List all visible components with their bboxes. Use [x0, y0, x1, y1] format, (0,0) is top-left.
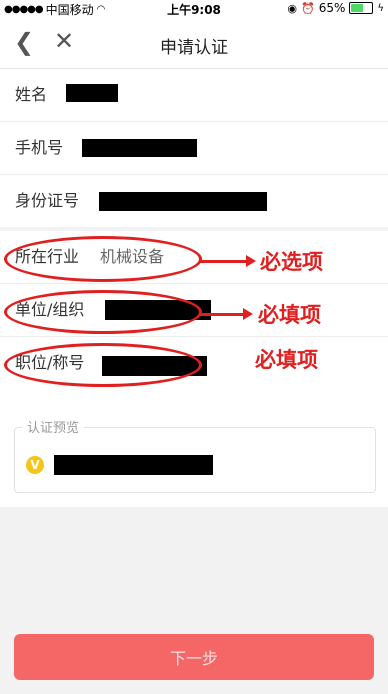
industry-arrow — [199, 255, 256, 267]
name-row[interactable]: 姓名 — [0, 69, 388, 122]
phone-row[interactable]: 手机号 — [0, 122, 388, 175]
alarm-icon: ⏰ — [301, 1, 315, 15]
redacted-phone — [82, 139, 197, 157]
redacted-preview-name — [54, 455, 213, 475]
required-select-annotation: 必选项 — [260, 250, 323, 274]
preview-legend: 认证预览 — [22, 417, 85, 436]
personal-info-group: 姓名 手机号 身份证号 — [0, 69, 388, 227]
navigation-bar: ❮ ✕ 申请认证 — [0, 18, 388, 69]
status-bar: ●●●●● 中国移动 ◠ 上午9:08 ◉ ⏰ 65% ϟ — [0, 0, 388, 18]
next-button[interactable]: 下一步 — [14, 634, 374, 680]
page-title: 申请认证 — [160, 38, 228, 58]
organization-arrow — [200, 308, 253, 320]
rotation-lock-icon: ◉ — [287, 1, 298, 15]
battery-percent: 65% — [318, 1, 346, 15]
industry-highlight-ellipse — [4, 236, 202, 282]
id-number-row[interactable]: 身份证号 — [0, 175, 388, 227]
redacted-name — [66, 84, 118, 102]
status-right: ◉ ⏰ 65% ϟ — [287, 1, 384, 15]
job-title-highlight-ellipse — [4, 343, 202, 387]
organization-highlight-ellipse — [4, 290, 202, 334]
verified-badge-icon: V — [26, 456, 44, 474]
name-label: 姓名 — [15, 85, 48, 104]
redacted-id-number — [99, 192, 267, 211]
required-fill-annotation-1: 必填项 — [258, 303, 321, 327]
id-number-label: 身份证号 — [15, 191, 80, 210]
battery-icon — [349, 2, 374, 14]
phone-label: 手机号 — [15, 138, 64, 157]
required-fill-annotation-2: 必填项 — [255, 348, 318, 372]
charging-icon: ϟ — [377, 2, 384, 14]
certification-preview-section: 认证预览 — [0, 389, 388, 507]
